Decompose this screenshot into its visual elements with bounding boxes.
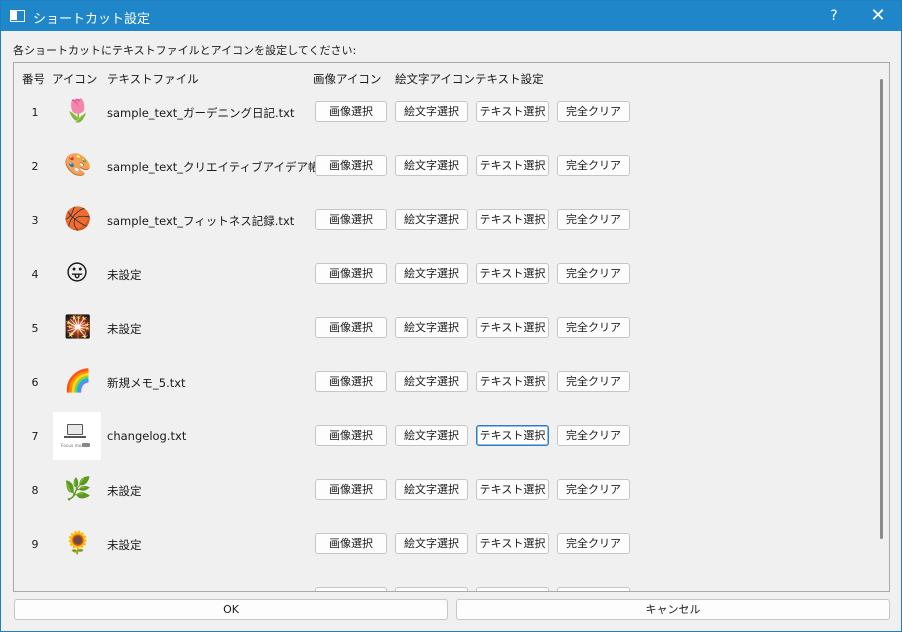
clear-all-button[interactable]: 完全クリア (557, 155, 630, 176)
thumbnail-badge (82, 443, 90, 447)
select-text-button[interactable] (476, 587, 549, 591)
select-emoji-button[interactable]: 絵文字選択 (395, 155, 468, 176)
column-header-emoji-icon: 絵文字アイコン (395, 72, 475, 86)
shortcut-row-7: 7 Focus mode changelog.txt 画像選択 絵文字選択 テキスト選択完… (14, 410, 874, 464)
window-title: ショートカット設定 (33, 12, 151, 27)
select-image-button[interactable] (315, 587, 387, 591)
row-number: 3 (31, 214, 39, 227)
row-number: 9 (31, 538, 39, 551)
text-file-name: sample_text_フィットネス記録.txt (107, 214, 295, 228)
palette-icon: 🎨 (64, 153, 92, 178)
select-emoji-button[interactable]: 絵文字選択 (395, 479, 468, 500)
select-text-button[interactable]: テキスト選択 (476, 101, 549, 122)
select-image-button[interactable]: 画像選択 (315, 101, 387, 122)
title-bar: ショートカット設定 ? ✕ (1, 1, 901, 31)
select-emoji-button[interactable]: 絵文字選択 (395, 425, 468, 446)
laptop-icon (67, 424, 83, 435)
cancel-button[interactable]: キャンセル (456, 599, 890, 620)
select-emoji-button[interactable]: 絵文字選択 (395, 101, 468, 122)
sparkler-icon: 🎇 (64, 315, 92, 340)
shortcut-row-9: 9 🌻 未設定 画像選択 絵文字選択 テキスト選択 完全クリア (14, 518, 874, 572)
select-image-button[interactable]: 画像選択 (315, 209, 387, 230)
row-number: 2 (31, 160, 39, 173)
clear-all-button[interactable]: 完全クリア (557, 533, 630, 554)
select-text-button[interactable]: テキスト選択 (476, 533, 549, 554)
select-text-button[interactable]: テキスト選択 (476, 317, 549, 338)
window-icon (10, 10, 25, 22)
shortcut-list-panel: 番号 アイコン テキストファイル 画像アイコン 絵文字アイコン テキスト設定 1… (13, 62, 890, 592)
select-text-button[interactable]: テキスト選択 (476, 425, 549, 446)
row-number: 4 (31, 268, 39, 281)
text-file-name: 未設定 (107, 268, 142, 282)
select-emoji-button[interactable] (395, 587, 468, 591)
select-image-button[interactable]: 画像選択 (315, 317, 387, 338)
clear-all-button[interactable] (557, 587, 630, 591)
sunflower-icon: 🌻 (64, 531, 92, 556)
text-file-name: 未設定 (107, 538, 142, 552)
shortcut-row-5: 5 🎇 未設定 画像選択 絵文字選択 テキスト選択 完全クリア (14, 302, 874, 356)
select-image-button[interactable]: 画像選択 (315, 533, 387, 554)
select-text-button[interactable]: テキスト選択 (476, 155, 549, 176)
shortcut-row-partial (14, 572, 874, 591)
column-header-image-icon: 画像アイコン (313, 72, 382, 86)
select-emoji-button[interactable]: 絵文字選択 (395, 371, 468, 392)
clear-all-button[interactable]: 完全クリア (557, 425, 630, 446)
select-emoji-button[interactable]: 絵文字選択 (395, 263, 468, 284)
shortcut-row-1: 1 🌷 sample_text_ガーデニング日記.txt 画像選択 絵文字選択 テキスト選… (14, 86, 874, 140)
text-file-name: 未設定 (107, 484, 142, 498)
laptop-base (64, 436, 86, 438)
clear-all-button[interactable]: 完全クリア (557, 479, 630, 500)
text-file-name: sample_text_ガーデニング日記.txt (107, 106, 295, 120)
text-file-name: 未設定 (107, 322, 142, 336)
basketball-icon: 🏀 (64, 207, 92, 232)
select-image-button[interactable]: 画像選択 (315, 155, 387, 176)
select-image-button[interactable]: 画像選択 (315, 479, 387, 500)
select-text-button[interactable]: テキスト選択 (476, 479, 549, 500)
shortcut-row-4: 4 😛 未設定 画像選択 絵文字選択 テキスト選択 完全クリア (14, 248, 874, 302)
ok-button[interactable]: OK (14, 599, 448, 620)
column-header-text-file: テキストファイル (107, 72, 199, 86)
clear-all-button[interactable]: 完全クリア (557, 101, 630, 122)
column-header-text-setting: テキスト設定 (475, 72, 544, 86)
select-text-button[interactable]: テキスト選択 (476, 263, 549, 284)
text-file-name: sample_text_クリエイティブアイデア帳.txt (107, 160, 339, 174)
select-emoji-button[interactable]: 絵文字選択 (395, 533, 468, 554)
row-number: 7 (31, 430, 39, 443)
shortcut-row-8: 8 🌿 未設定 画像選択 絵文字選択 テキスト選択 完全クリア (14, 464, 874, 518)
shortcut-row-6: 6 🌈 新規メモ_5.txt 画像選択 絵文字選択 テキスト選択 完全クリア (14, 356, 874, 410)
clear-all-button[interactable]: 完全クリア (557, 263, 630, 284)
column-header-number: 番号 (22, 72, 45, 86)
shortcut-row-3: 3 🏀 sample_text_フィットネス記録.txt 画像選択 絵文字選択 テキスト選… (14, 194, 874, 248)
text-file-name: changelog.txt (107, 429, 187, 443)
herb-icon: 🌿 (64, 477, 92, 502)
clear-all-button[interactable]: 完全クリア (557, 317, 630, 338)
row-number: 6 (31, 376, 39, 389)
select-emoji-button[interactable]: 絵文字選択 (395, 317, 468, 338)
shortcut-settings-dialog: ショートカット設定 ? ✕ 各ショートカットにテキストファイルとアイコンを設定し… (0, 0, 902, 632)
clear-all-button[interactable]: 完全クリア (557, 209, 630, 230)
select-text-button[interactable]: テキスト選択 (476, 371, 549, 392)
tongue-face-icon: 😛 (65, 261, 89, 286)
select-image-button[interactable]: 画像選択 (315, 425, 387, 446)
instruction-text: 各ショートカットにテキストファイルとアイコンを設定してください: (13, 44, 357, 57)
row-number: 5 (31, 322, 39, 335)
vertical-scrollbar[interactable] (880, 79, 883, 539)
text-file-name: 新規メモ_5.txt (107, 376, 186, 390)
tulip-icon: 🌷 (64, 99, 92, 124)
select-emoji-button[interactable]: 絵文字選択 (395, 209, 468, 230)
clear-all-button[interactable]: 完全クリア (557, 371, 630, 392)
select-image-button[interactable]: 画像選択 (315, 263, 387, 284)
rainbow-icon: 🌈 (64, 369, 92, 394)
column-header-icon: アイコン (52, 72, 98, 86)
select-text-button[interactable]: テキスト選択 (476, 209, 549, 230)
close-button[interactable]: ✕ (863, 1, 893, 31)
row-number: 8 (31, 484, 39, 497)
shortcut-row-2: 2 🎨 sample_text_クリエイティブアイデア帳.txt 画像選択 絵文字選択テ… (14, 140, 874, 194)
laptop-thumbnail-icon: Focus mode (53, 412, 101, 460)
select-image-button[interactable]: 画像選択 (315, 371, 387, 392)
row-number: 1 (31, 106, 39, 119)
help-button[interactable]: ? (819, 1, 849, 31)
